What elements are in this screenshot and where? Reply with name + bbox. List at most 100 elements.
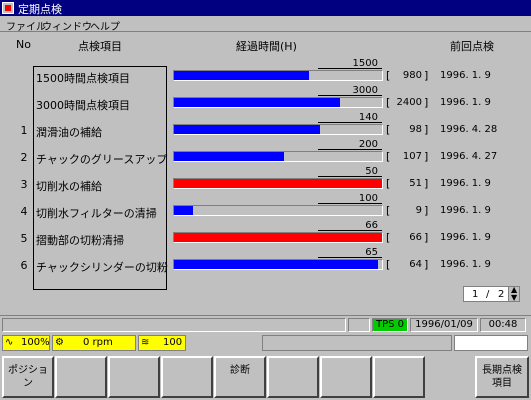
status-indicator: [348, 318, 370, 332]
row-bracket-close: ]: [424, 231, 429, 244]
function-key-bar: ポジション 診断 長期点検 項目: [0, 354, 531, 400]
row-bracket-close: ]: [424, 69, 429, 82]
status-time: 00:48: [480, 318, 526, 332]
menu-file[interactable]: ファイル: [6, 18, 46, 33]
row-last-date: 1996. 1. 9: [440, 178, 491, 189]
row-last-date: 1996. 1. 9: [440, 97, 491, 108]
info-bar: ∿ 100% ⚙ 0 rpm ≋ 100: [0, 334, 531, 352]
spindle-icon: ⚙: [55, 337, 64, 348]
row-progress-fill: [174, 98, 341, 107]
fkey-4[interactable]: [161, 356, 213, 398]
row-limit-line: [318, 176, 382, 177]
app-icon[interactable]: [2, 2, 14, 14]
row-bracket-close: ]: [424, 258, 429, 271]
row-no: 3: [20, 178, 28, 191]
row-progress-track: [173, 232, 383, 243]
tps-badge: TPS 0: [372, 318, 408, 332]
row-item-name[interactable]: 潤滑油の補給: [36, 124, 168, 140]
row-current: 51: [409, 178, 422, 189]
row-last-date: 1996. 1. 9: [440, 70, 491, 81]
row-progress-track: [173, 178, 383, 189]
status-bar: TPS 0 1996/01/09 00:48: [0, 315, 531, 333]
status-message: [2, 318, 346, 332]
row-limit-line: [318, 68, 382, 69]
fkey-2[interactable]: [55, 356, 107, 398]
fkey-8[interactable]: [373, 356, 425, 398]
row-current: 2400: [396, 97, 422, 108]
title-bar: 定期点検: [0, 0, 531, 16]
row-limit-line: [318, 122, 382, 123]
menu-bar: ファイル ウィンドウ ヘルプ: [0, 16, 531, 33]
row-progress-fill: [174, 233, 382, 242]
feed-box: ≋ 100: [138, 335, 186, 351]
row-last-date: 1996. 1. 9: [440, 259, 491, 270]
row-no: 2: [20, 151, 28, 164]
menu-window[interactable]: ウィンドウ: [42, 18, 92, 33]
row-progress-fill: [174, 260, 378, 269]
row-last-date: 1996. 1. 9: [440, 232, 491, 243]
row-progress-track: [173, 97, 383, 108]
header-elapsed: 経過時間(H): [236, 40, 297, 53]
row-item-name[interactable]: 切削水の補給: [36, 178, 168, 194]
override-box: ∿ 100%: [2, 335, 50, 351]
row-progress-fill: [174, 125, 320, 134]
fkey-7[interactable]: [320, 356, 372, 398]
row-item-name[interactable]: 摺動部の切粉清掃: [36, 232, 168, 248]
feed-value: 100: [163, 337, 183, 348]
fkey-1-position[interactable]: ポジション: [2, 356, 54, 398]
row-current: 64: [409, 259, 422, 270]
row-limit-line: [318, 203, 382, 204]
page-spinner[interactable]: ▲ ▼: [508, 285, 520, 302]
row-progress-track: [173, 151, 383, 162]
spindle-box: ⚙ 0 rpm: [52, 335, 136, 351]
row-item-name[interactable]: 切削水フィルターの清掃: [36, 205, 168, 221]
row-progress-fill: [174, 206, 193, 215]
page-total: 2: [498, 289, 505, 300]
feed-icon: ≋: [141, 337, 150, 348]
page-current: 1: [472, 289, 479, 300]
input-field[interactable]: [454, 335, 528, 351]
row-no: 5: [20, 232, 28, 245]
row-bracket-close: ]: [424, 204, 429, 217]
row-last-date: 1996. 1. 9: [440, 205, 491, 216]
row-bracket-close: ]: [424, 123, 429, 136]
fkey-10-long-term-inspection[interactable]: 長期点検 項目: [475, 356, 529, 398]
row-item-name[interactable]: チャックのグリースアップ: [36, 151, 168, 167]
row-current: 980: [402, 70, 422, 81]
header-last: 前回点検: [450, 40, 494, 53]
row-limit-line: [318, 95, 382, 96]
menu-help[interactable]: ヘルプ: [90, 18, 120, 33]
row-no: 4: [20, 205, 28, 218]
row-bracket-close: ]: [424, 150, 429, 163]
row-limit-line: [318, 230, 382, 231]
fkey-5-diagnosis[interactable]: 診断: [214, 356, 266, 398]
row-current: 98: [409, 124, 422, 135]
fkey-3[interactable]: [108, 356, 160, 398]
spin-down-icon[interactable]: ▼: [511, 293, 517, 302]
row-last-date: 1996. 4. 28: [440, 124, 498, 135]
row-progress-track: [173, 124, 383, 135]
header-item: 点検項目: [78, 40, 122, 53]
row-no: 6: [20, 259, 28, 272]
window-title: 定期点検: [18, 3, 62, 16]
override-value: 100%: [21, 337, 50, 348]
row-limit-line: [318, 257, 382, 258]
fkey-6[interactable]: [267, 356, 319, 398]
row-current: 107: [402, 151, 422, 162]
row-current: 66: [409, 232, 422, 243]
row-current: 9: [415, 205, 422, 216]
row-item-name[interactable]: チャックシリンダーの切粉清掃: [36, 259, 168, 275]
row-progress-track: [173, 70, 383, 81]
row-progress-fill: [174, 179, 382, 188]
header-no: No: [16, 38, 31, 51]
row-item-name[interactable]: 1500時間点検項目: [36, 70, 168, 86]
row-no: 1: [20, 124, 28, 137]
row-bracket-close: ]: [424, 177, 429, 190]
row-item-name[interactable]: 3000時間点検項目: [36, 97, 168, 113]
row-last-date: 1996. 4. 27: [440, 151, 498, 162]
row-progress-fill: [174, 71, 310, 80]
row-bracket-close: ]: [424, 96, 429, 109]
row-limit-line: [318, 149, 382, 150]
spindle-value: 0 rpm: [83, 337, 113, 348]
wave-icon: ∿: [5, 337, 14, 348]
